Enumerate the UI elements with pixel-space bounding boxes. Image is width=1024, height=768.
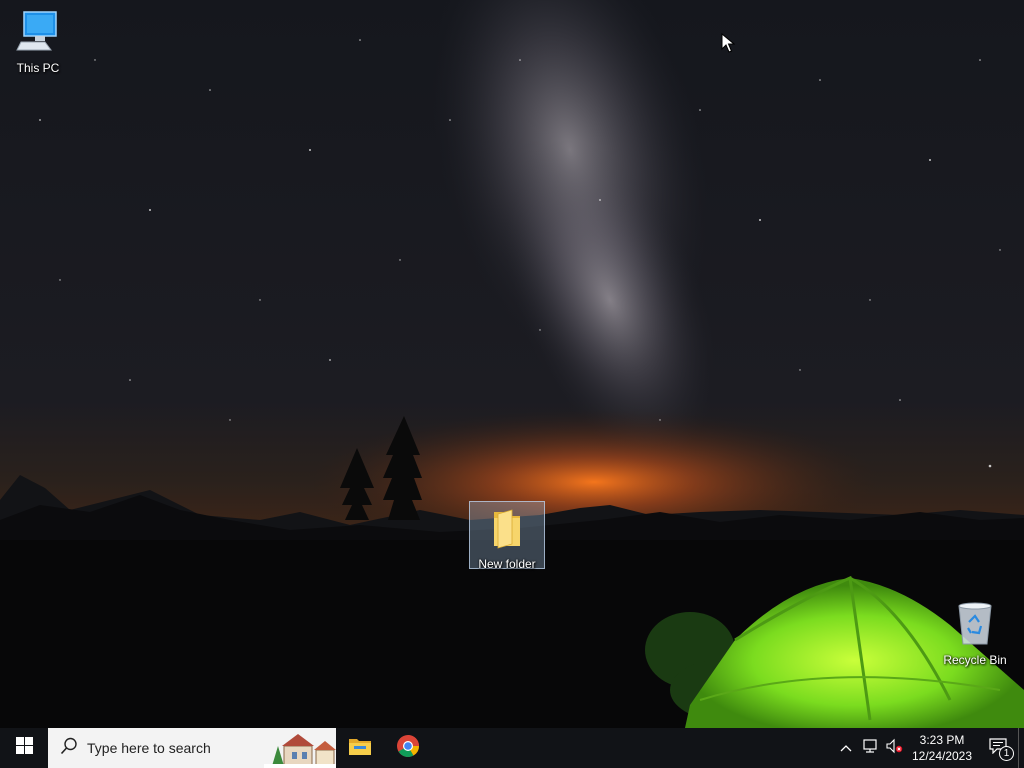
search-highlight-illustration xyxy=(264,728,336,768)
network-button[interactable] xyxy=(858,728,882,768)
notification-count-badge: 1 xyxy=(999,746,1014,761)
desktop-icon-label: Recycle Bin xyxy=(943,653,1007,667)
desktop-wallpaper xyxy=(0,0,1024,728)
recycle-bin-icon xyxy=(937,600,1013,651)
system-tray: 3:23 PM 12/24/2023 1 xyxy=(834,728,1024,768)
chevron-up-icon xyxy=(840,739,852,757)
taskbar-chrome[interactable] xyxy=(384,728,432,768)
computer-icon xyxy=(0,8,76,59)
speaker-muted-icon xyxy=(885,738,903,759)
desktop-icon-this-pc[interactable]: This PC xyxy=(0,8,76,76)
start-button[interactable] xyxy=(0,728,48,768)
file-explorer-icon xyxy=(348,736,372,761)
search-placeholder: Type here to search xyxy=(87,740,211,756)
desktop-icon-label: This PC xyxy=(16,61,60,75)
mouse-cursor-icon xyxy=(721,32,736,58)
desktop-icon-recycle-bin[interactable]: Recycle Bin xyxy=(937,600,1013,668)
taskbar-clock[interactable]: 3:23 PM 12/24/2023 xyxy=(906,728,978,768)
taskbar-search-box[interactable]: Type here to search xyxy=(48,728,336,768)
show-desktop-button[interactable] xyxy=(1018,728,1024,768)
volume-button[interactable] xyxy=(882,728,906,768)
taskbar-file-explorer[interactable] xyxy=(336,728,384,768)
chrome-icon xyxy=(396,734,420,763)
action-center-button[interactable]: 1 xyxy=(978,728,1018,768)
desktop-icon-new-folder[interactable]: New folder xyxy=(469,501,545,571)
clock-time: 3:23 PM xyxy=(919,733,965,747)
clock-date: 12/24/2023 xyxy=(911,749,973,763)
network-icon xyxy=(861,738,879,759)
folder-icon xyxy=(470,506,544,555)
search-icon xyxy=(60,737,78,760)
show-hidden-icons-button[interactable] xyxy=(834,728,858,768)
desktop-icon-label: New folder xyxy=(478,557,536,571)
windows-logo-icon xyxy=(15,737,33,759)
taskbar: Type here to search 3:23 PM 12/24/2023 1 xyxy=(0,728,1024,768)
